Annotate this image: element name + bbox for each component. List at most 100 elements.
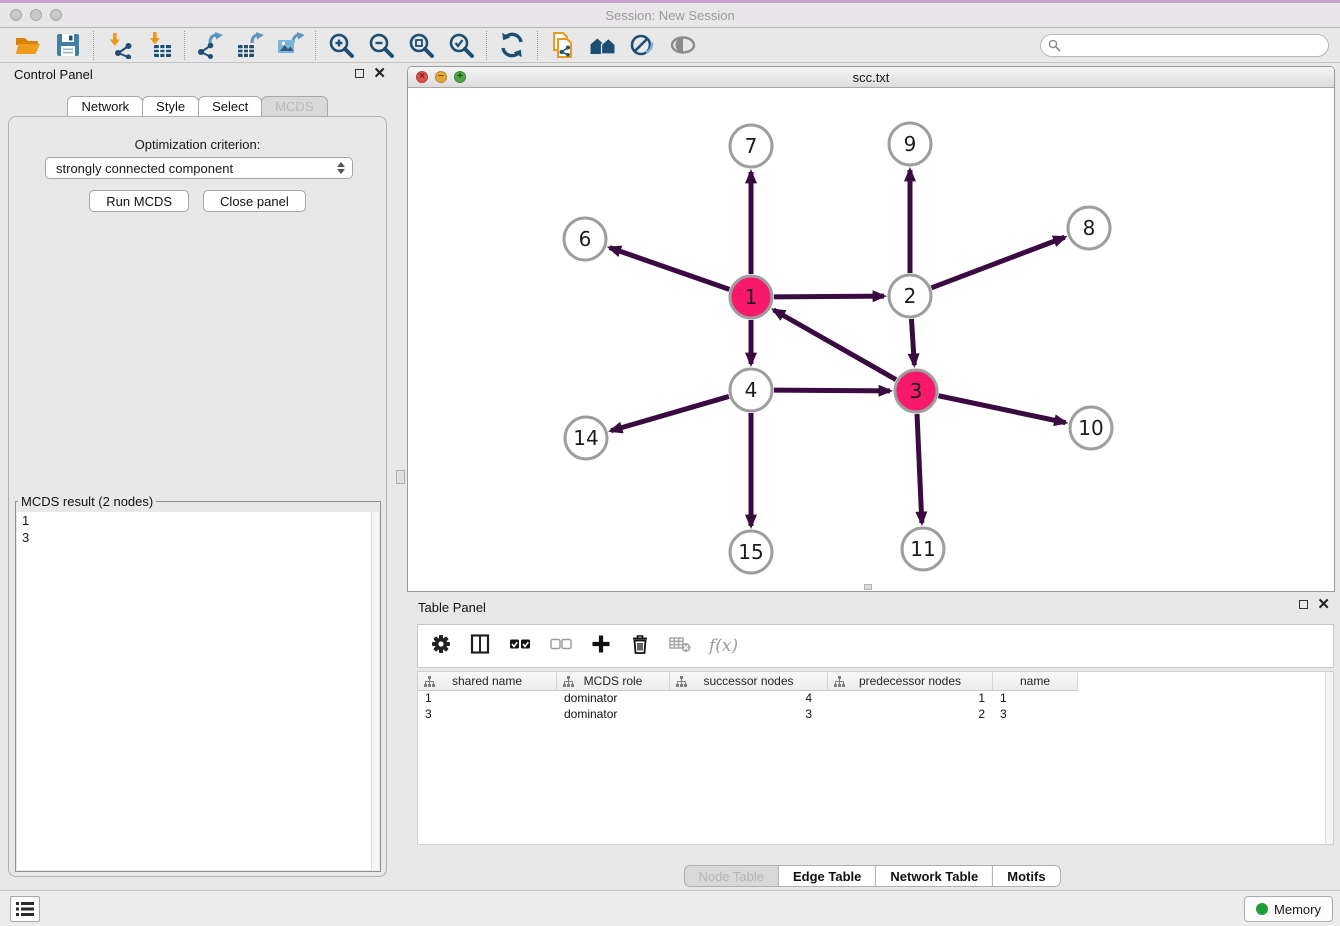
zoom-in-icon[interactable] bbox=[321, 30, 361, 61]
table-scrollbar[interactable] bbox=[1325, 672, 1333, 844]
table-row[interactable]: 3 dominator 3 2 3 bbox=[418, 707, 1333, 723]
network-view-window: × − + scc.txt 7968124314101511 bbox=[407, 66, 1335, 592]
delete-table-icon[interactable] bbox=[668, 633, 692, 660]
tab-network[interactable]: Network bbox=[67, 96, 143, 117]
column-type-icon bbox=[563, 676, 574, 687]
network-window-titlebar[interactable]: × − + scc.txt bbox=[408, 67, 1334, 88]
column-header-successor-nodes[interactable]: successor nodes bbox=[670, 672, 828, 691]
dropdown-stepper-icon bbox=[337, 162, 345, 174]
toolbar-separator bbox=[486, 31, 487, 60]
refresh-icon[interactable] bbox=[492, 30, 532, 61]
control-panel: Control Panel ✕ Network Style Select MCD… bbox=[0, 63, 394, 890]
graph-edge-3-11[interactable] bbox=[917, 414, 922, 523]
application-window: Session: New Session bbox=[0, 0, 1340, 926]
tab-style[interactable]: Style bbox=[142, 96, 199, 117]
search-box[interactable] bbox=[1040, 34, 1329, 57]
graph-node-label-14: 14 bbox=[573, 426, 598, 450]
graph-edge-4-14[interactable] bbox=[611, 396, 729, 430]
table-panel: Table Panel ✕ f(x) shared name bbox=[407, 597, 1336, 888]
show-hide-icon[interactable] bbox=[663, 30, 703, 61]
zoom-fit-icon[interactable] bbox=[401, 30, 441, 61]
open-session-icon[interactable] bbox=[8, 30, 48, 61]
column-header-mcds-role[interactable]: MCDS role bbox=[557, 672, 670, 691]
select-all-icon[interactable] bbox=[508, 633, 532, 660]
table-toolbar: f(x) bbox=[417, 624, 1334, 668]
graph-edge-1-2[interactable] bbox=[774, 296, 884, 297]
export-table-icon[interactable] bbox=[230, 30, 270, 61]
split-view-icon[interactable] bbox=[469, 633, 491, 660]
main-titlebar: Session: New Session bbox=[0, 0, 1340, 28]
tab-motifs[interactable]: Motifs bbox=[992, 865, 1060, 887]
control-panel-tabs: Network Style Select MCDS bbox=[0, 96, 394, 117]
close-panel-button[interactable]: Close panel bbox=[203, 190, 306, 212]
tab-mcds[interactable]: MCDS bbox=[261, 96, 327, 117]
gear-icon[interactable] bbox=[430, 633, 452, 660]
mcds-result-title: MCDS result (2 nodes) bbox=[18, 494, 156, 509]
search-input[interactable] bbox=[1065, 38, 1328, 52]
column-type-icon bbox=[424, 676, 435, 687]
memory-button[interactable]: Memory bbox=[1244, 896, 1333, 922]
close-panel-icon[interactable]: ✕ bbox=[373, 69, 386, 78]
vizmapper-icon[interactable] bbox=[623, 30, 663, 61]
graph-node-label-7: 7 bbox=[745, 134, 758, 158]
save-session-icon[interactable] bbox=[48, 30, 88, 61]
split-divider-grip[interactable] bbox=[396, 470, 405, 484]
network-graph[interactable]: 7968124314101511 bbox=[408, 88, 1334, 591]
tab-node-table[interactable]: Node Table bbox=[683, 865, 779, 887]
tab-edge-table[interactable]: Edge Table bbox=[778, 865, 876, 887]
graph-edge-4-3[interactable] bbox=[774, 390, 890, 391]
column-header-predecessor-nodes[interactable]: predecessor nodes bbox=[828, 672, 993, 691]
import-table-icon[interactable] bbox=[139, 30, 179, 61]
node-table: shared name MCDS role successor nodes pr… bbox=[417, 671, 1334, 845]
graph-edge-2-8[interactable] bbox=[932, 237, 1065, 288]
graph-node-label-2: 2 bbox=[904, 284, 917, 308]
delete-row-icon[interactable] bbox=[629, 633, 651, 660]
table-row[interactable]: 1 dominator 4 1 1 bbox=[418, 691, 1333, 707]
mcds-panel: Optimization criterion: strongly connect… bbox=[8, 116, 387, 877]
export-network-icon[interactable] bbox=[190, 30, 230, 61]
criterion-dropdown[interactable]: strongly connected component bbox=[45, 157, 353, 179]
table-tabs: Node Table Edge Table Network Table Moti… bbox=[683, 865, 1059, 887]
graph-node-label-15: 15 bbox=[738, 540, 763, 564]
function-icon[interactable]: f(x) bbox=[709, 636, 738, 656]
result-line: 3 bbox=[17, 529, 379, 546]
tab-network-table[interactable]: Network Table bbox=[875, 865, 993, 887]
run-mcds-button[interactable]: Run MCDS bbox=[89, 190, 189, 212]
graph-edge-1-6[interactable] bbox=[610, 248, 730, 290]
graph-node-label-8: 8 bbox=[1083, 216, 1096, 240]
network-canvas[interactable]: 7968124314101511 bbox=[408, 88, 1334, 591]
first-neighbors-icon[interactable] bbox=[583, 30, 623, 61]
graph-edge-2-3[interactable] bbox=[911, 319, 914, 365]
toolbar-separator bbox=[315, 31, 316, 60]
column-header-name[interactable]: name bbox=[993, 672, 1078, 691]
graph-node-label-10: 10 bbox=[1078, 416, 1103, 440]
graph-node-label-6: 6 bbox=[579, 227, 592, 251]
graph-edge-3-1[interactable] bbox=[774, 310, 896, 380]
zoom-selected-icon[interactable] bbox=[441, 30, 481, 61]
main-toolbar bbox=[0, 28, 1340, 63]
zoom-out-icon[interactable] bbox=[361, 30, 401, 61]
list-icon bbox=[16, 902, 34, 916]
network-scroll-grip[interactable] bbox=[864, 584, 872, 590]
toolbar-separator bbox=[537, 31, 538, 60]
mcds-result-text[interactable]: 1 3 bbox=[17, 512, 379, 870]
session-title: Session: New Session bbox=[0, 8, 1340, 23]
result-line: 1 bbox=[17, 512, 379, 529]
float-table-panel-icon[interactable] bbox=[1299, 600, 1308, 609]
tab-select[interactable]: Select bbox=[198, 96, 262, 117]
result-scrollbar[interactable] bbox=[371, 512, 379, 870]
add-row-icon[interactable] bbox=[590, 633, 612, 660]
float-panel-icon[interactable] bbox=[355, 69, 364, 78]
export-image-icon[interactable] bbox=[270, 30, 310, 61]
task-history-button[interactable] bbox=[10, 896, 40, 922]
network-from-selection-icon[interactable] bbox=[543, 30, 583, 61]
column-header-shared-name[interactable]: shared name bbox=[418, 672, 557, 691]
graph-node-label-1: 1 bbox=[745, 285, 758, 309]
memory-status-icon bbox=[1256, 903, 1268, 915]
toolbar-separator bbox=[184, 31, 185, 60]
import-network-icon[interactable] bbox=[99, 30, 139, 61]
table-panel-title: Table Panel bbox=[418, 600, 486, 615]
close-table-panel-icon[interactable]: ✕ bbox=[1317, 600, 1330, 609]
graph-edge-3-10[interactable] bbox=[939, 396, 1066, 423]
deselect-all-icon[interactable] bbox=[549, 633, 573, 660]
